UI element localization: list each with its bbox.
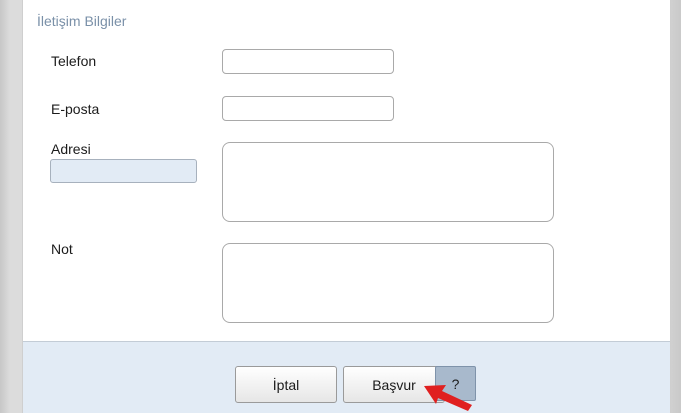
help-button[interactable]: ? xyxy=(435,366,476,401)
note-label: Not xyxy=(51,241,73,257)
address-textarea[interactable] xyxy=(222,142,554,222)
phone-input[interactable] xyxy=(222,49,394,74)
note-textarea[interactable] xyxy=(222,243,554,323)
address-label: Adresi xyxy=(51,141,91,157)
contact-info-dialog: İletişim Bilgiler Telefon E-posta Adresi… xyxy=(22,0,671,413)
address-selector[interactable] xyxy=(50,159,197,183)
apply-button[interactable]: Başvur xyxy=(343,366,445,403)
cancel-button[interactable]: İptal xyxy=(235,366,337,403)
email-input[interactable] xyxy=(222,96,394,121)
section-title: İletişim Bilgiler xyxy=(37,13,127,29)
dialog-footer: İptal Başvur ? xyxy=(23,341,670,413)
email-label: E-posta xyxy=(51,101,100,117)
phone-label: Telefon xyxy=(51,53,97,69)
